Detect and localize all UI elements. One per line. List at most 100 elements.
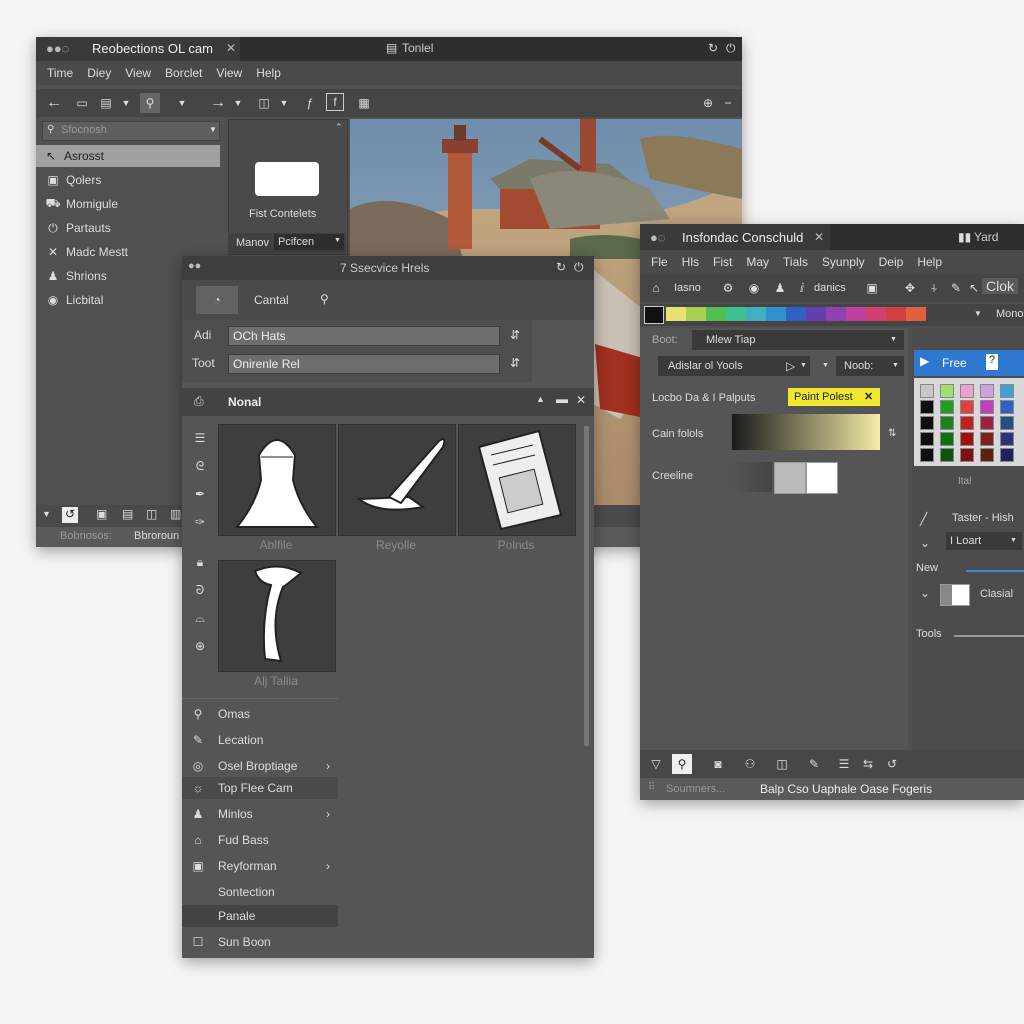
list-item[interactable]: Panale: [182, 905, 338, 927]
close-icon[interactable]: ✕: [814, 230, 824, 244]
menu-fist[interactable]: Fist: [706, 255, 739, 269]
camera-icon[interactable]: ▣: [96, 507, 107, 521]
search-icon[interactable]: ⚲: [672, 754, 692, 774]
palette-swatch[interactable]: [766, 307, 786, 321]
palette-swatch[interactable]: [666, 307, 686, 321]
brush-icon[interactable]: ƒ: [300, 93, 320, 113]
menu-tials[interactable]: Tials: [776, 255, 815, 269]
tool-label-1[interactable]: Iasno: [674, 282, 701, 294]
grid-swatch[interactable]: [940, 384, 954, 398]
chevron-down-icon[interactable]: ▼: [822, 362, 829, 369]
chevron-down-icon[interactable]: ▼: [274, 93, 294, 113]
user-icon[interactable]: ⚲: [320, 292, 329, 306]
sidebar-item-asrosst[interactable]: ↖ Asrosst: [36, 145, 220, 167]
paint-tag[interactable]: Paint Polest ✕: [788, 388, 880, 406]
figure-icon[interactable]: ♟: [770, 278, 790, 298]
tools-slider[interactable]: [954, 635, 1024, 637]
window-controls[interactable]: ●●: [188, 260, 201, 272]
list-item[interactable]: ▣ Reyforman ›: [188, 855, 338, 877]
grid-swatch[interactable]: [920, 416, 934, 430]
minus-icon[interactable]: −: [718, 93, 738, 113]
lasso-icon[interactable]: ᘓ: [190, 456, 210, 476]
list-item[interactable]: ◎ Osel Broptiage ›: [188, 755, 338, 777]
grid-swatch[interactable]: [940, 400, 954, 414]
power-icon[interactable]: ⏻: [726, 41, 736, 56]
pen-icon[interactable]: ✒: [190, 484, 210, 504]
frame-icon[interactable]: f: [326, 93, 344, 111]
menu-view[interactable]: View: [118, 66, 158, 80]
grid-swatch[interactable]: [940, 448, 954, 462]
people-icon[interactable]: ⚇: [740, 754, 760, 774]
grid-swatch[interactable]: [920, 384, 934, 398]
list-item[interactable]: ☼ Top Flee Cam: [182, 777, 338, 799]
palette-swatch[interactable]: [806, 307, 826, 321]
sidebar-item-momigule[interactable]: ⛟ Momigule: [44, 193, 220, 215]
filter-icon[interactable]: ▽: [646, 754, 666, 774]
close-icon[interactable]: ✕: [864, 390, 873, 403]
palette-swatch[interactable]: [706, 307, 726, 321]
preview-swatch[interactable]: [255, 162, 319, 196]
home-icon[interactable]: ⌂: [646, 278, 666, 298]
refresh-icon[interactable]: ↻: [708, 41, 718, 55]
menu-diey[interactable]: Diey: [80, 66, 118, 80]
document-icon[interactable]: ◫: [146, 507, 157, 521]
lock-icon[interactable]: 🔒︎: [190, 552, 210, 572]
boot-select[interactable]: Mlew Tiap ▼: [692, 330, 904, 350]
thumb-reyolle[interactable]: [338, 424, 456, 536]
resize-icon[interactable]: ⌃: [335, 122, 343, 133]
close-icon[interactable]: ✕: [576, 393, 586, 407]
free-tab[interactable]: ▶ Free ?: [914, 350, 1024, 376]
palette-swatch[interactable]: [826, 307, 846, 321]
new-slider[interactable]: [966, 570, 1024, 572]
grid-swatch[interactable]: [940, 416, 954, 430]
list-icon[interactable]: ▤: [96, 93, 116, 113]
lasso-icon[interactable]: ↺: [62, 507, 78, 523]
reset-icon[interactable]: ⇅: [888, 428, 896, 439]
chevron-down-icon[interactable]: ▼: [172, 93, 192, 113]
pin-icon[interactable]: ⅈ: [792, 278, 812, 298]
gear-icon[interactable]: ⚙: [718, 278, 738, 298]
move-icon[interactable]: ✥: [900, 278, 920, 298]
globe-icon[interactable]: ⊕: [190, 636, 210, 656]
frame-icon[interactable]: ▤: [122, 507, 133, 521]
menu-time[interactable]: Time: [40, 66, 80, 80]
menu-help[interactable]: Help: [249, 66, 288, 80]
power-icon[interactable]: ⏻: [574, 260, 584, 275]
layer-icon[interactable]: ◫: [254, 93, 274, 113]
grid-swatch[interactable]: [1000, 448, 1014, 462]
chevron-down-icon[interactable]: ▼: [42, 509, 51, 519]
palette-swatch[interactable]: [686, 307, 706, 321]
grid-swatch[interactable]: [920, 448, 934, 462]
edit-icon[interactable]: ✎: [946, 278, 966, 298]
refresh-icon[interactable]: ↻: [556, 260, 566, 274]
grid-swatch[interactable]: [1000, 416, 1014, 430]
pen-icon[interactable]: ✎: [804, 754, 824, 774]
grid-swatch[interactable]: [960, 448, 974, 462]
menu-help[interactable]: Help: [910, 255, 949, 269]
grid-swatch[interactable]: [1000, 384, 1014, 398]
sidebar-item-qolers[interactable]: ▣ Qolers: [44, 169, 220, 191]
grid-swatch[interactable]: [980, 448, 994, 462]
chevron-down-icon[interactable]: ⌄: [920, 536, 930, 550]
grid-swatch[interactable]: [920, 400, 934, 414]
palette-swatch[interactable]: [786, 307, 806, 321]
grid-swatch[interactable]: [920, 432, 934, 446]
list-item[interactable]: ♟ Minlos ›: [188, 803, 338, 825]
grid-swatch[interactable]: [960, 432, 974, 446]
adjust-select[interactable]: Adislar ol Yools ▷ ▼: [658, 356, 810, 376]
refresh-icon[interactable]: ↺: [882, 754, 902, 774]
zoom-tool-icon[interactable]: ⚲: [140, 93, 160, 113]
minimize-icon[interactable]: ▬: [556, 392, 568, 406]
forward-arrow-icon[interactable]: →: [208, 93, 228, 113]
search-input[interactable]: ⚲ Sfocnosh ▼: [42, 121, 220, 141]
globe-icon[interactable]: ◉: [744, 278, 764, 298]
palette-swatch[interactable]: [726, 307, 746, 321]
swatch-black[interactable]: [644, 306, 664, 324]
chevron-down-icon[interactable]: ▼: [974, 309, 982, 318]
collapse-icon[interactable]: ▲: [536, 394, 545, 404]
grid-swatch[interactable]: [960, 400, 974, 414]
menu-borclet[interactable]: Borclet: [158, 66, 209, 80]
sidebar-item-partauts[interactable]: ⏻ Partauts: [44, 217, 220, 239]
menu-fle[interactable]: Fle: [644, 255, 675, 269]
plus-icon[interactable]: ⍭: [924, 278, 944, 298]
